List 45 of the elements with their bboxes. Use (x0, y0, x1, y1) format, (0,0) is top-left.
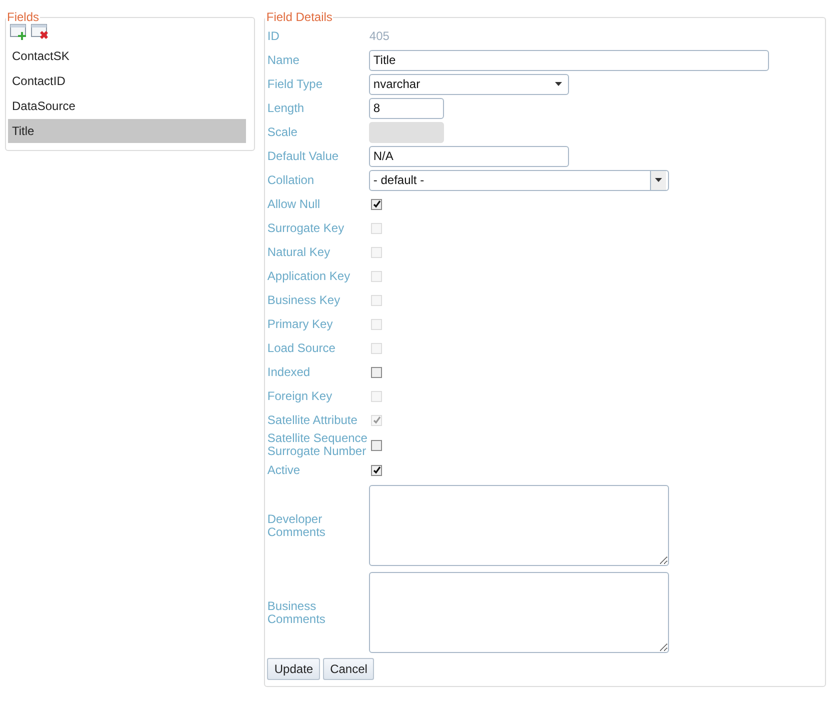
text-field[interactable]: 8 (369, 98, 444, 118)
cancel-button[interactable]: Cancel (323, 658, 374, 680)
text-field[interactable]: Title (369, 50, 770, 70)
field-label: Surrogate Key (267, 222, 346, 234)
add-icon[interactable] (10, 24, 28, 41)
field-label: Primary Key (267, 318, 334, 330)
field-label: Length (267, 102, 306, 114)
field-label: Default Value (267, 150, 340, 162)
text-field[interactable]: N/A (369, 146, 570, 166)
update-button[interactable]: Update (267, 658, 320, 680)
checkbox[interactable] (371, 464, 382, 476)
panel-legend: Field Details (265, 10, 334, 24)
field-label: Natural Key (267, 246, 332, 258)
field-label: Satellite Sequence Surrogate Number (267, 432, 368, 458)
field-list-item[interactable]: DataSource (8, 94, 246, 118)
field-label: ID (267, 30, 280, 42)
field-label: Load Source (267, 342, 336, 354)
checkbox[interactable] (371, 366, 382, 378)
field-list-item[interactable]: ContactID (8, 69, 246, 93)
comments-field[interactable] (369, 572, 670, 653)
dropdown[interactable]: nvarchar (369, 74, 570, 94)
dropdown[interactable]: - default - (369, 170, 670, 190)
panel-legend: Fields (6, 10, 40, 24)
field-label: Name (267, 54, 300, 66)
field-label: Application Key (267, 270, 352, 282)
id-value: 405 (369, 29, 390, 43)
field-label: Business Comments (267, 600, 326, 626)
caret-icon (555, 82, 562, 86)
field-label: Active (267, 464, 302, 476)
checkbox[interactable] (371, 198, 382, 210)
comments-field[interactable] (369, 485, 670, 566)
checkbox[interactable] (371, 440, 382, 450)
field-label: Foreign Key (267, 390, 334, 402)
field-label: Satellite Attribute (267, 414, 358, 426)
caret-icon (655, 178, 662, 182)
field-list-item[interactable]: ContactSK (8, 44, 246, 68)
field-label: Collation (267, 174, 316, 186)
field-list-item[interactable]: Title (8, 119, 246, 143)
field-label: Indexed (267, 366, 312, 378)
field-label: Business Key (267, 294, 342, 306)
field-label: Developer Comments (267, 512, 326, 538)
field-label: Scale (267, 126, 298, 138)
delete-icon[interactable] (31, 24, 49, 41)
field-label: Allow Null (267, 198, 322, 210)
field-label: Field Type (267, 78, 324, 90)
